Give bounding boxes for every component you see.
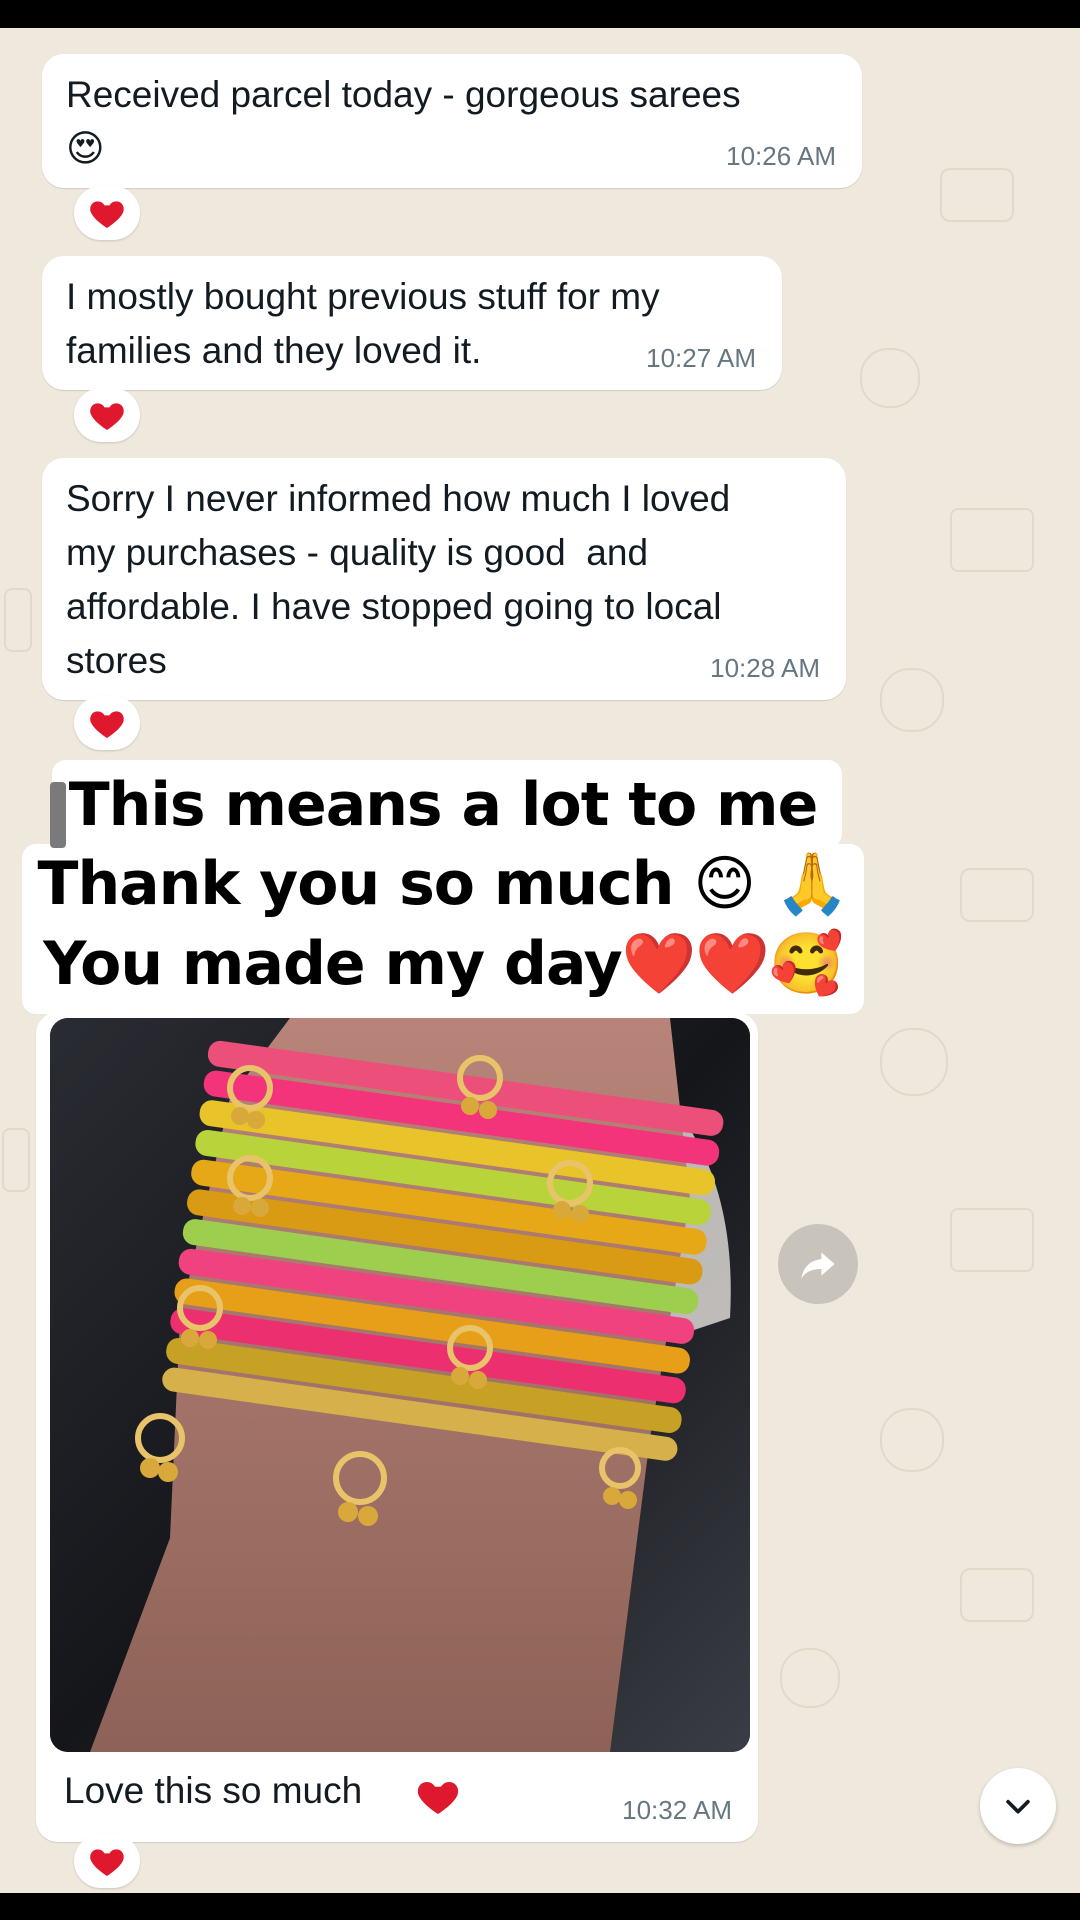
heart-icon <box>90 403 124 430</box>
scroll-down-button[interactable] <box>980 1768 1056 1844</box>
message-bubble[interactable]: Sorry I never informed how much I loved … <box>42 458 846 700</box>
heart-icon <box>90 711 124 738</box>
heart-icon <box>90 201 124 228</box>
chevron-down-icon <box>1006 1799 1030 1814</box>
forward-icon <box>801 1252 835 1279</box>
message-text: Sorry I never informed how much I loved … <box>66 478 731 681</box>
message-bubble[interactable]: Received parcel today - gorgeous sarees 😍… <box>42 54 862 188</box>
navigation-bar <box>0 1893 1080 1920</box>
message-text: Received parcel today - gorgeous sarees 😍 <box>66 74 741 169</box>
message-timestamp: 10:28 AM <box>710 653 820 683</box>
overlay-caption: This means a lot to me Thank you so much… <box>22 760 864 1014</box>
overlay-line-3: You made my day❤️❤️🥰 <box>43 929 844 999</box>
heart-reaction[interactable] <box>74 388 140 442</box>
heart-reaction[interactable] <box>74 186 140 240</box>
heart-reaction[interactable] <box>74 696 140 750</box>
message-timestamp: 10:26 AM <box>726 141 836 171</box>
status-bar <box>0 0 1080 28</box>
message-bubble[interactable]: I mostly bought previous stuff for my fa… <box>42 256 782 390</box>
message-timestamp: 10:32 AM <box>622 1795 732 1825</box>
overlay-line-1: This means a lot to me <box>68 770 819 840</box>
heart-icon <box>417 1782 459 1814</box>
heart-reaction[interactable] <box>74 1834 140 1888</box>
image-message-bubble[interactable]: Love this so much 10:32 AM <box>36 1012 758 1842</box>
bangles-photo-image <box>50 1018 750 1752</box>
image-caption: Love this so much <box>64 1770 363 1811</box>
forward-button[interactable] <box>778 1224 858 1304</box>
message-timestamp: 10:27 AM <box>646 343 756 373</box>
heart-icon <box>90 1849 124 1876</box>
overlay-line-2: Thank you so much 😊 🙏 <box>37 849 850 919</box>
bangles-photo[interactable] <box>50 1018 750 1752</box>
